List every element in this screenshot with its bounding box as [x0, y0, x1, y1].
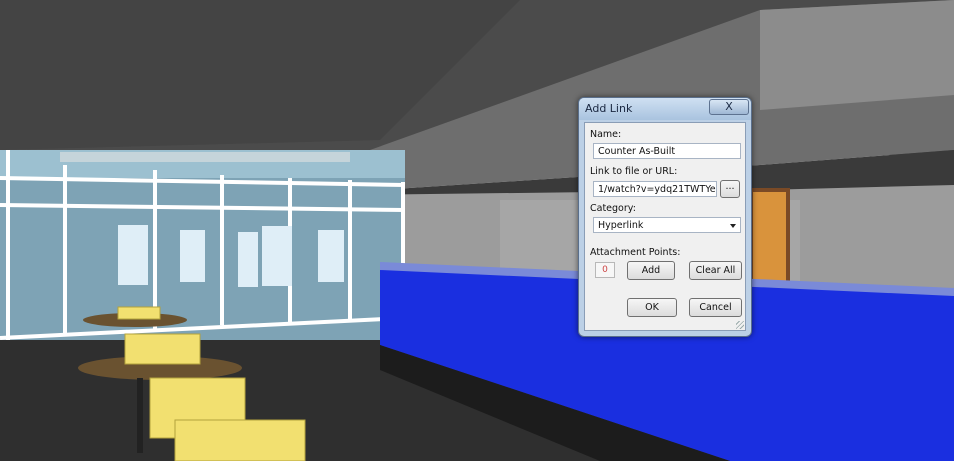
- category-label: Category:: [590, 203, 636, 214]
- attachment-count: 0: [595, 262, 615, 278]
- dialog-body: Name: Counter As-Built Link to file or U…: [584, 122, 746, 331]
- attachment-points-label: Attachment Points:: [590, 247, 681, 258]
- close-button[interactable]: X: [709, 99, 749, 115]
- beam-face: [760, 0, 954, 110]
- ceiling-lights: [60, 152, 350, 162]
- chevron-down-icon: [730, 224, 736, 228]
- door: [753, 192, 786, 282]
- add-button[interactable]: Add: [627, 261, 675, 280]
- name-label: Name:: [590, 129, 622, 140]
- table-leg: [137, 378, 143, 453]
- add-link-dialog: Add Link X Name: Counter As-Built Link t…: [578, 97, 752, 337]
- cancel-button[interactable]: Cancel: [689, 298, 742, 317]
- clear-all-button[interactable]: Clear All: [689, 261, 742, 280]
- resize-grip-icon[interactable]: [736, 321, 744, 329]
- url-field[interactable]: 1/watch?v=ydq21TWTYes: [593, 181, 717, 197]
- ok-button[interactable]: OK: [627, 298, 677, 317]
- name-field[interactable]: Counter As-Built: [593, 143, 741, 159]
- 3d-viewport[interactable]: [0, 0, 954, 461]
- close-icon: X: [725, 100, 733, 113]
- dialog-title: Add Link: [585, 102, 633, 115]
- dialog-titlebar[interactable]: Add Link X: [579, 98, 751, 120]
- category-select[interactable]: Hyperlink: [593, 217, 741, 233]
- browse-button[interactable]: ...: [720, 180, 740, 198]
- category-value: Hyperlink: [598, 220, 644, 231]
- url-label: Link to file or URL:: [590, 166, 678, 177]
